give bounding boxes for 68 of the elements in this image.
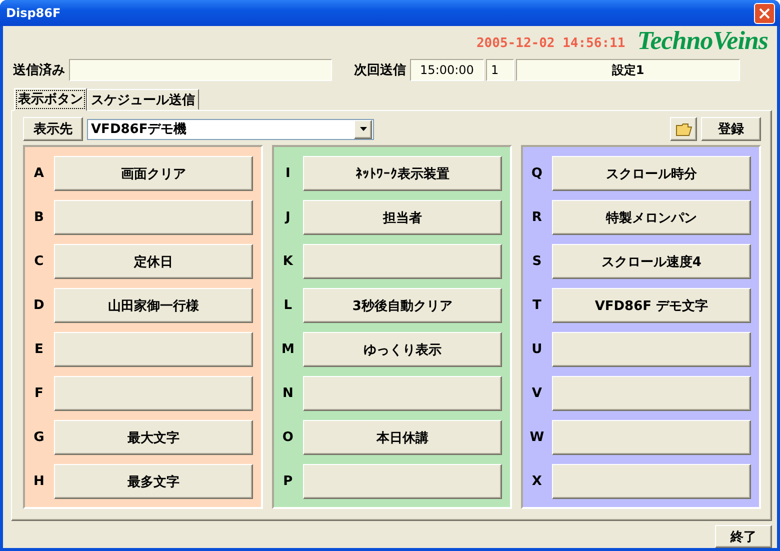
row-letter: M bbox=[280, 342, 296, 357]
display-button[interactable]: 最多文字 bbox=[54, 464, 253, 499]
display-button[interactable]: VFD86F デモ文字 bbox=[552, 288, 751, 323]
row-letter: I bbox=[284, 166, 292, 181]
row-letter: K bbox=[282, 254, 294, 269]
display-button[interactable] bbox=[552, 376, 751, 411]
close-icon bbox=[759, 8, 770, 18]
target-button[interactable]: 表示先 bbox=[23, 117, 83, 141]
timestamp: 2005-12-02 14:56:11 bbox=[476, 36, 626, 50]
row-letter: C bbox=[33, 254, 45, 269]
register-button[interactable]: 登録 bbox=[701, 117, 761, 141]
row-letter: O bbox=[281, 430, 294, 445]
sent-label: 送信済み bbox=[12, 62, 66, 79]
exit-button[interactable]: 終了 bbox=[715, 525, 772, 548]
row-letter: W bbox=[528, 430, 546, 445]
row-letter: E bbox=[33, 342, 44, 357]
row-letter: S bbox=[531, 254, 543, 269]
row-letter: B bbox=[32, 210, 45, 225]
display-button[interactable]: スクロール時分 bbox=[552, 156, 751, 191]
time-field[interactable]: 15:00:00 bbox=[410, 59, 484, 81]
row-letter: P bbox=[282, 474, 294, 489]
row-letter: J bbox=[284, 210, 292, 225]
display-button[interactable] bbox=[54, 376, 253, 411]
display-button[interactable] bbox=[552, 420, 751, 455]
display-button[interactable]: 定休日 bbox=[54, 244, 253, 279]
display-button[interactable]: 特製メロンパン bbox=[552, 200, 751, 235]
display-button[interactable]: 本日休講 bbox=[302, 420, 502, 455]
window-title: Disp86F bbox=[6, 6, 61, 20]
dropdown-arrow-icon bbox=[360, 127, 366, 131]
open-folder-button[interactable] bbox=[670, 117, 697, 141]
count-field[interactable]: 1 bbox=[486, 59, 514, 81]
row-letter: L bbox=[282, 298, 294, 313]
logo: TechnoVeins bbox=[637, 26, 768, 56]
row-letter: X bbox=[530, 474, 543, 489]
row-letter: R bbox=[530, 210, 543, 225]
close-button[interactable] bbox=[754, 2, 775, 24]
display-button[interactable] bbox=[302, 244, 502, 279]
display-button[interactable]: スクロール速度4 bbox=[552, 244, 751, 279]
tab[interactable]: スケジュール送信 bbox=[87, 89, 199, 110]
display-button[interactable]: ﾈｯﾄﾜｰｸ表示装置 bbox=[302, 156, 502, 191]
row-letter: V bbox=[530, 386, 543, 401]
row-letter: U bbox=[530, 342, 544, 357]
tab[interactable]: 表示ボタン bbox=[14, 88, 87, 111]
row-letter: D bbox=[32, 298, 46, 313]
setting-field[interactable]: 設定1 bbox=[516, 59, 740, 81]
display-button[interactable] bbox=[302, 376, 502, 411]
target-dropdown[interactable]: VFD86Fデモ機 bbox=[87, 118, 374, 140]
row-letter: H bbox=[32, 474, 46, 489]
row-letter: T bbox=[532, 298, 542, 313]
row-letter: A bbox=[32, 166, 45, 181]
display-button[interactable] bbox=[302, 464, 502, 499]
sent-field[interactable] bbox=[69, 59, 332, 81]
display-button[interactable] bbox=[54, 332, 253, 367]
display-button[interactable]: 最大文字 bbox=[54, 420, 253, 455]
row-letter: G bbox=[32, 430, 46, 445]
row-letter: Q bbox=[530, 166, 544, 181]
display-button[interactable]: ゆっくり表示 bbox=[302, 332, 502, 367]
row-letter: N bbox=[281, 386, 294, 401]
next-send-label: 次回送信 bbox=[353, 62, 407, 79]
display-button[interactable]: 担当者 bbox=[302, 200, 502, 235]
display-button[interactable]: 3秒後自動クリア bbox=[302, 288, 502, 323]
row-letter: F bbox=[33, 386, 44, 401]
folder-icon bbox=[676, 122, 692, 136]
display-button[interactable]: 画面クリア bbox=[54, 156, 253, 191]
display-button[interactable]: 山田家御一行様 bbox=[54, 288, 253, 323]
display-button[interactable] bbox=[54, 200, 253, 235]
display-button[interactable] bbox=[552, 464, 751, 499]
display-button[interactable] bbox=[552, 332, 751, 367]
